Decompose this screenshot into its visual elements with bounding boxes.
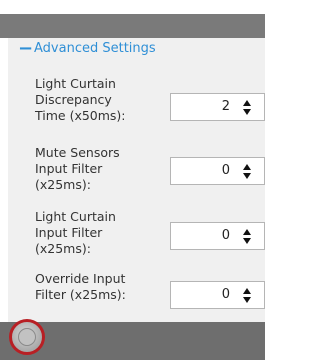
increment-arrow-icon[interactable] [243, 229, 251, 235]
spin-buttons[interactable] [242, 99, 254, 117]
setting-label: Light Curtain Discrepancy Time (x50ms): [35, 76, 135, 124]
spin-buttons[interactable] [242, 163, 254, 181]
decrement-arrow-icon[interactable] [243, 297, 251, 303]
decrement-arrow-icon[interactable] [243, 109, 251, 115]
spin-buttons[interactable] [242, 287, 254, 305]
stepper-value: 0 [221, 228, 230, 243]
stepper-value: 2 [221, 99, 230, 114]
advanced-settings-panel: − Advanced Settings Light Curtain Discre… [8, 38, 265, 322]
stepper-value: 0 [221, 287, 230, 302]
label-line: Time (x50ms): [35, 108, 126, 123]
minus-icon: − [18, 38, 34, 59]
mute-sensors-filter-stepper[interactable]: 0 [170, 157, 265, 185]
top-toolbar-bar [0, 14, 265, 38]
label-line: Discrepancy [35, 92, 112, 107]
label-line: Input Filter [35, 225, 103, 240]
label-line: Light Curtain [35, 209, 116, 224]
light-curtain-filter-stepper[interactable]: 0 [170, 222, 265, 250]
label-line: (x25ms): [35, 241, 91, 256]
label-line: Override Input [35, 271, 126, 286]
setting-label: Override Input Filter (x25ms): [35, 271, 155, 303]
section-title: Advanced Settings [34, 41, 156, 56]
light-curtain-discrepancy-stepper[interactable]: 2 [170, 93, 265, 121]
spin-buttons[interactable] [242, 228, 254, 246]
setting-label: Mute Sensors Input Filter (x25ms): [35, 145, 135, 193]
window-top-area [0, 0, 265, 14]
label-line: Light Curtain [35, 76, 116, 91]
label-line: (x25ms): [35, 177, 91, 192]
decrement-arrow-icon[interactable] [243, 238, 251, 244]
advanced-settings-toggle[interactable]: − Advanced Settings [18, 39, 156, 59]
increment-arrow-icon[interactable] [243, 100, 251, 106]
circle-button[interactable] [9, 319, 45, 355]
setting-label: Light Curtain Input Filter (x25ms): [35, 209, 135, 257]
override-filter-stepper[interactable]: 0 [170, 281, 265, 309]
label-line: Mute Sensors [35, 145, 120, 160]
increment-arrow-icon[interactable] [243, 288, 251, 294]
increment-arrow-icon[interactable] [243, 164, 251, 170]
decrement-arrow-icon[interactable] [243, 173, 251, 179]
stepper-value: 0 [221, 163, 230, 178]
circle-icon [18, 328, 36, 346]
label-line: Filter (x25ms): [35, 287, 126, 302]
label-line: Input Filter [35, 161, 103, 176]
